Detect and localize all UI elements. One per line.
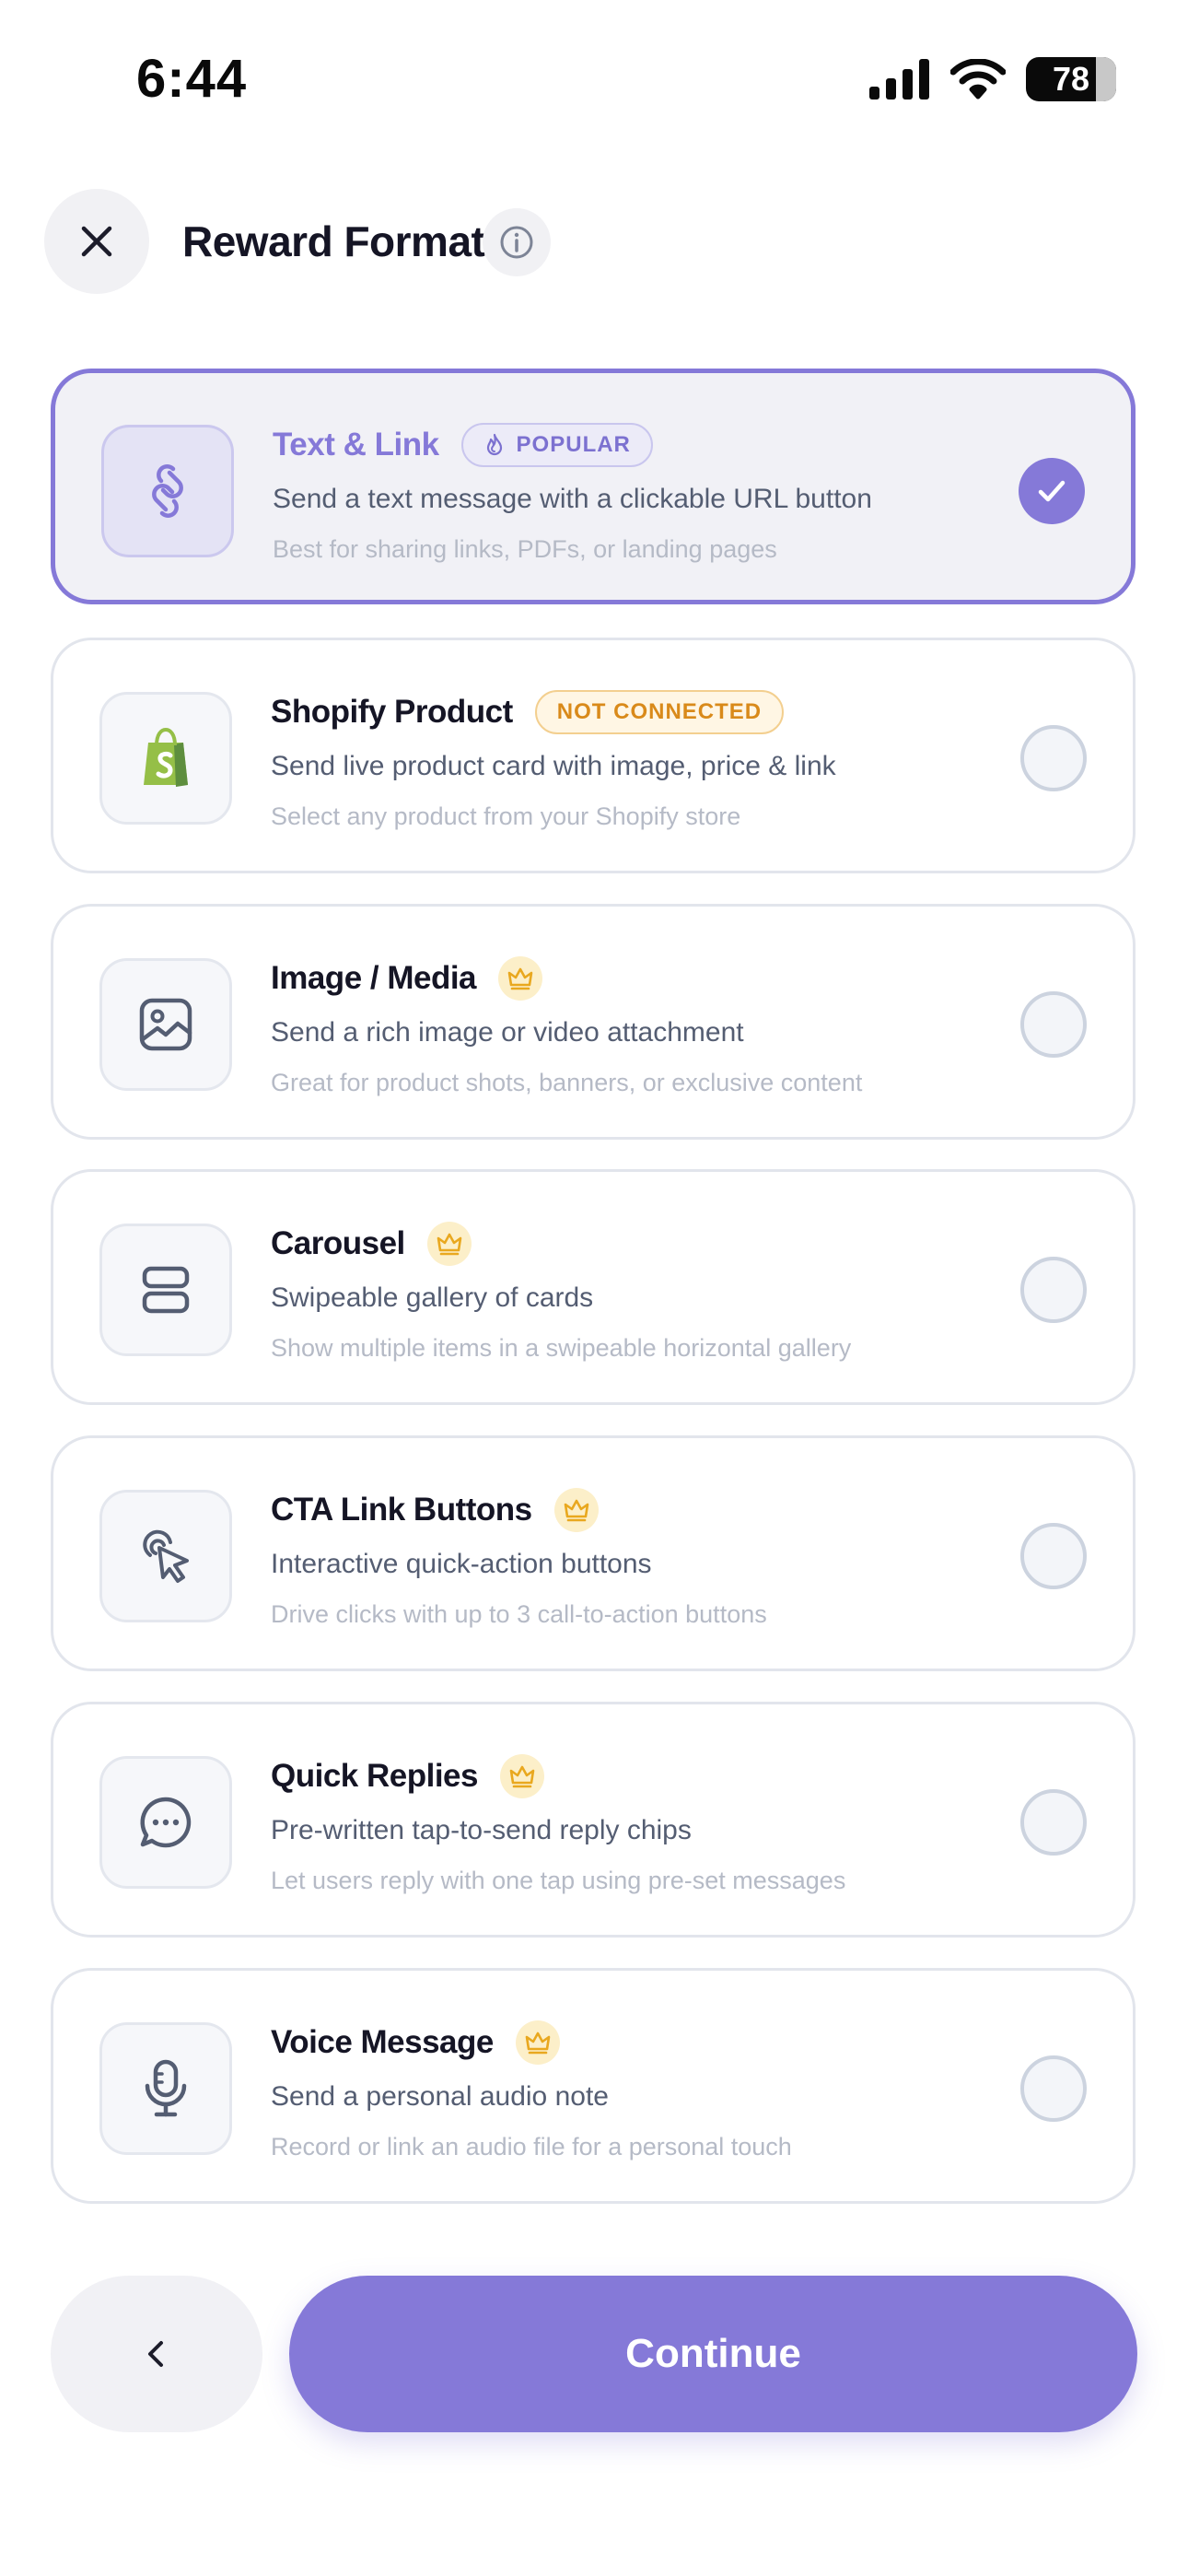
option-icon-box [99,1490,232,1622]
continue-button[interactable]: Continue [289,2276,1137,2432]
option-icon-box [99,1224,232,1356]
option-title-row: Carousel [271,1218,472,1270]
option-title: Image / Media [271,960,477,996]
crown-icon [509,1765,535,1788]
status-bar: 6:44 78 [0,0,1188,157]
microphone-icon [145,2059,187,2117]
option-radio-selected[interactable] [1019,458,1085,524]
status-icons: 78 [869,57,1116,101]
option-description: Swipeable gallery of cards [271,1282,594,1313]
option-hint: Best for sharing links, PDFs, or landing… [273,535,777,563]
option-radio[interactable] [1020,1523,1087,1589]
popular-badge-label: POPULAR [516,432,631,457]
option-card-shopify-product[interactable]: Shopify Product NOT CONNECTED Send live … [51,638,1136,873]
option-icon-box [99,2022,232,2155]
option-title: CTA Link Buttons [271,1492,532,1528]
cellular-signal-icon [869,59,929,100]
option-icon-box [99,692,232,825]
header: Reward Format [0,189,1188,299]
option-radio[interactable] [1020,1789,1087,1856]
option-card-quick-replies[interactable]: Quick Replies Pre-written tap-to-send re… [51,1702,1136,1938]
shopify-bag-icon [144,727,188,787]
premium-crown-badge [553,1488,599,1532]
option-radio[interactable] [1020,1257,1087,1323]
option-card-voice-message[interactable]: Voice Message Send a personal audio note… [51,1968,1136,2204]
option-radio[interactable] [1020,2055,1087,2122]
status-time: 6:44 [136,49,248,109]
battery-level: 78 [1052,60,1090,98]
info-button[interactable] [483,208,551,276]
option-card-image-media[interactable]: Image / Media Send a rich image or video… [51,904,1136,1140]
page-title: Reward Format [182,217,485,265]
premium-crown-badge [499,1754,544,1798]
option-hint: Select any product from your Shopify sto… [271,802,741,830]
flame-icon [486,433,502,456]
option-icon-box [99,958,232,1091]
option-description: Interactive quick-action buttons [271,1549,652,1579]
option-hint: Record or link an audio file for a perso… [271,2133,792,2160]
crown-icon [437,1233,462,1256]
option-description: Pre-written tap-to-send reply chips [271,1815,692,1845]
option-description: Send a text message with a clickable URL… [273,484,872,514]
option-title: Carousel [271,1225,405,1261]
crown-icon [564,1499,588,1522]
option-title: Shopify Product [271,694,513,730]
battery-icon: 78 [1026,57,1116,101]
image-icon [139,998,192,1051]
option-title: Text & Link [273,427,439,463]
option-title: Quick Replies [271,1758,478,1794]
reward-format-screen: 6:44 78 Reward Format Text & Link POPULA… [0,0,1188,2576]
option-hint: Show multiple items in a swipeable horiz… [271,1334,852,1362]
option-card-cta-link-buttons[interactable]: CTA Link Buttons Interactive quick-actio… [51,1435,1136,1671]
premium-crown-badge [426,1222,472,1266]
option-hint: Let users reply with one tap using pre-s… [271,1867,846,1894]
crown-icon [525,2032,551,2055]
option-description: Send a rich image or video attachment [271,1017,744,1048]
option-radio[interactable] [1020,991,1087,1058]
option-title-row: Text & Link POPULAR [273,419,653,471]
option-title-row: Voice Message [271,2017,560,2068]
option-icon-box [99,1756,232,1889]
close-button[interactable] [44,189,149,294]
carousel-icon [142,1266,190,1314]
option-radio[interactable] [1020,725,1087,791]
option-card-text-link[interactable]: Text & Link POPULAR Send a text message … [51,369,1136,604]
option-title-row: Quick Replies [271,1751,544,1802]
option-title-row: CTA Link Buttons [271,1484,599,1536]
option-description: Send live product card with image, price… [271,751,836,781]
option-description: Send a personal audio note [271,2081,609,2112]
crown-icon [507,967,533,990]
popular-badge: POPULAR [460,423,653,467]
premium-crown-badge [498,956,543,1001]
back-button[interactable] [51,2276,262,2432]
option-title: Voice Message [271,2024,494,2060]
battery-indicator: 78 [1026,57,1116,101]
option-title-row: Image / Media [271,953,543,1004]
option-hint: Great for product shots, banners, or exc… [271,1069,863,1096]
option-title-row: Shopify Product NOT CONNECTED [271,686,785,738]
chevron-left-icon [148,2341,163,2367]
checkmark-icon [1038,480,1066,502]
option-hint: Drive clicks with up to 3 call-to-action… [271,1600,767,1628]
link-icon [152,464,183,518]
info-icon [500,226,533,259]
chat-bubble-icon [140,1797,192,1848]
close-icon [81,226,112,257]
cursor-click-icon [143,1529,189,1583]
option-icon-box [101,425,234,557]
not-connected-badge: NOT CONNECTED [534,690,785,734]
premium-crown-badge [515,2020,560,2065]
option-card-carousel[interactable]: Carousel Swipeable gallery of cards Show… [51,1169,1136,1405]
wifi-icon [950,59,1006,100]
